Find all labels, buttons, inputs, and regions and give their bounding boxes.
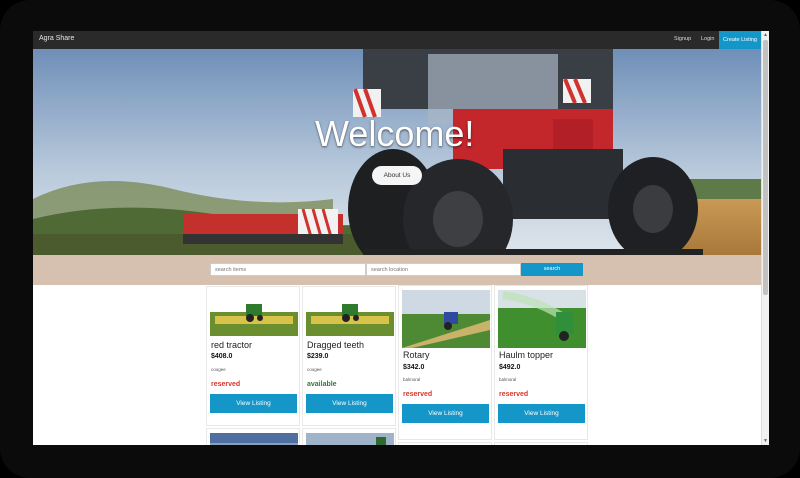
scroll-down-arrow-icon[interactable]: ▼ xyxy=(763,438,768,444)
search-bar: search xyxy=(33,255,761,285)
listing-image[interactable] xyxy=(306,433,394,445)
nav-link-login[interactable]: Login xyxy=(701,36,714,42)
listing-location: coogee xyxy=(211,367,226,372)
listing-location: balmoral xyxy=(499,377,517,382)
listing-card[interactable]: Dragged teeth $239.0 coogee available Vi… xyxy=(302,286,396,426)
listing-title: Rotary xyxy=(403,350,430,360)
listing-card[interactable] xyxy=(206,428,300,445)
listing-image[interactable] xyxy=(498,290,586,348)
listing-price: $342.0 xyxy=(403,364,425,371)
view-listing-button[interactable]: View Listing xyxy=(306,394,393,413)
listing-price: $408.0 xyxy=(211,353,233,360)
brand-logo[interactable]: Agra Share xyxy=(39,35,74,42)
navbar: Agra Share Signup Login Create Listing xyxy=(33,31,761,49)
listing-status: reserved xyxy=(211,381,241,388)
listing-title: Haulm topper xyxy=(499,350,554,360)
hero-banner: Welcome! About Us xyxy=(33,49,761,255)
listing-card[interactable] xyxy=(494,442,588,445)
listing-image[interactable] xyxy=(402,290,490,348)
listing-card[interactable]: Rotary $342.0 balmoral reserved View Lis… xyxy=(398,285,492,440)
listing-title: red tractor xyxy=(211,340,253,350)
scrollbar-thumb[interactable] xyxy=(763,40,768,295)
listing-card[interactable]: Haulm topper $492.0 balmoral reserved Vi… xyxy=(494,285,588,440)
listing-image[interactable] xyxy=(498,444,586,445)
listing-card[interactable] xyxy=(398,442,492,445)
nav-link-signup[interactable]: Signup xyxy=(674,36,691,42)
view-listing-button[interactable]: View Listing xyxy=(210,394,297,413)
create-listing-button[interactable]: Create Listing xyxy=(719,31,761,49)
listing-status: available xyxy=(307,381,337,388)
about-us-button[interactable]: About Us xyxy=(372,166,422,185)
scroll-up-arrow-icon[interactable]: ▲ xyxy=(763,32,768,38)
hero-title: Welcome! xyxy=(315,113,475,154)
search-location-input[interactable] xyxy=(366,263,521,276)
listing-location: coogee xyxy=(307,367,322,372)
view-listing-button[interactable]: View Listing xyxy=(402,404,489,423)
vertical-scrollbar[interactable]: ▲ ▼ xyxy=(761,31,769,445)
listing-status: reserved xyxy=(403,391,433,398)
listing-status: reserved xyxy=(499,391,529,398)
listing-image[interactable] xyxy=(306,298,394,336)
listing-card[interactable] xyxy=(302,428,396,445)
search-button[interactable]: search xyxy=(521,263,583,276)
browser-viewport: Agra Share Signup Login Create Listing W… xyxy=(33,31,769,445)
listing-card[interactable]: red tractor $408.0 coogee reserved View … xyxy=(206,286,300,426)
listing-price: $492.0 xyxy=(499,364,521,371)
listing-image[interactable] xyxy=(210,298,298,336)
view-listing-button[interactable]: View Listing xyxy=(498,404,585,423)
listing-image[interactable] xyxy=(210,433,298,445)
listing-title: Dragged teeth xyxy=(307,340,365,350)
search-items-input[interactable] xyxy=(210,263,366,276)
listing-image[interactable] xyxy=(402,444,490,445)
listing-price: $239.0 xyxy=(307,353,329,360)
listing-location: balmoral xyxy=(403,377,421,382)
